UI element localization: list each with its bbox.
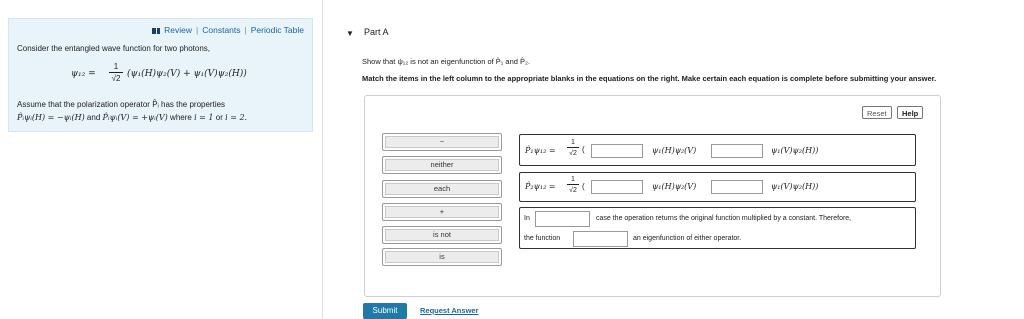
property-i2: i = 2. bbox=[225, 113, 248, 122]
resource-links: Review | Constants | Periodic Table bbox=[152, 25, 304, 35]
wavefunction-rhs: (ψ₁(H)ψ₂(V) + ψ₁(V)ψ₂(H)) bbox=[127, 69, 247, 79]
eq2-fraction: 1 √2 bbox=[567, 175, 579, 196]
eq1-lhs: P̂₁ψ₁₂ = bbox=[525, 146, 556, 155]
eq2-open-paren: ( bbox=[582, 182, 585, 191]
eq2-fraction-numerator: 1 bbox=[567, 175, 579, 185]
eq2-fraction-denominator: √2 bbox=[569, 187, 577, 194]
eq1-open-paren: ( bbox=[582, 145, 585, 154]
problem-intro: Consider the entangled wave function for… bbox=[17, 44, 211, 53]
review-link[interactable]: Review bbox=[164, 25, 192, 35]
tile-each[interactable]: each bbox=[382, 180, 502, 198]
part-instruction: Match the items in the left column to th… bbox=[362, 74, 937, 83]
eq2-blank-2[interactable] bbox=[711, 180, 763, 194]
part-prompt: Show that ψ₁₂ is not an eigenfunction of… bbox=[362, 57, 530, 66]
stmt-blank-2[interactable] bbox=[573, 231, 628, 247]
request-answer-link[interactable]: Request Answer bbox=[420, 306, 479, 315]
tile-plus[interactable]: + bbox=[382, 203, 502, 221]
eq2-term-1: ψ₁(H)ψ₂(V) bbox=[652, 182, 697, 191]
wavefunction-lhs: ψ₁₂ = bbox=[71, 69, 96, 79]
conclusion-statement: In case the operation returns the origin… bbox=[519, 207, 916, 249]
fraction-numerator: 1 bbox=[109, 62, 123, 73]
equation-p2: P̂₂ψ₁₂ = 1 √2 ( ψ₁(H)ψ₂(V) ψ₁(V)ψ₂(H)) bbox=[519, 172, 916, 202]
reset-button[interactable]: Reset bbox=[862, 106, 892, 119]
eq1-blank-2[interactable] bbox=[711, 144, 763, 158]
equation-p1: P̂₁ψ₁₂ = 1 √2 ( ψ₁(H)ψ₂(V) ψ₁(V)ψ₂(H)) bbox=[519, 134, 916, 166]
tile-is[interactable]: is bbox=[382, 248, 502, 266]
stmt-the-function: the function bbox=[524, 235, 561, 242]
eq1-term-2: ψ₁(V)ψ₂(H)) bbox=[771, 146, 819, 155]
stmt-rest: case the operation returns the original … bbox=[596, 215, 852, 222]
property-or: or bbox=[215, 113, 223, 122]
part-title[interactable]: Part A bbox=[364, 27, 389, 37]
eq1-fraction: 1 √2 bbox=[567, 138, 579, 159]
operator-properties: P̂ᵢψᵢ(H) = −ψᵢ(H) and P̂ᵢψᵢ(V) = +ψᵢ(V) … bbox=[17, 113, 247, 122]
stmt-blank-1[interactable] bbox=[535, 211, 590, 227]
link-separator: | bbox=[244, 25, 247, 35]
assumption-text: Assume that the polarization operator P̂… bbox=[17, 100, 226, 109]
property-i1: i = 1 bbox=[194, 113, 214, 122]
eq1-fraction-denominator: √2 bbox=[569, 150, 577, 157]
property-1: P̂ᵢψᵢ(H) = −ψᵢ(H) bbox=[17, 113, 85, 122]
eq2-blank-1[interactable] bbox=[591, 180, 643, 194]
tile-minus[interactable]: − bbox=[382, 133, 502, 151]
help-button[interactable]: Help bbox=[897, 106, 924, 119]
eq1-term-1: ψ₁(H)ψ₂(V) bbox=[652, 146, 697, 155]
periodic-table-link[interactable]: Periodic Table bbox=[251, 25, 304, 35]
eq2-lhs: P̂₂ψ₁₂ = bbox=[525, 182, 556, 191]
submit-button[interactable]: Submit bbox=[363, 303, 407, 319]
wavefunction-fraction: 1 √2 bbox=[109, 62, 123, 84]
book-icon bbox=[152, 27, 161, 34]
property-where: where bbox=[170, 113, 192, 122]
property-and: and bbox=[86, 113, 101, 122]
constants-link[interactable]: Constants bbox=[202, 25, 240, 35]
fraction-denominator: √2 bbox=[111, 74, 121, 83]
eq1-blank-1[interactable] bbox=[591, 144, 643, 158]
tile-is-not[interactable]: is not bbox=[382, 226, 502, 244]
collapse-caret-icon[interactable]: ▼ bbox=[346, 29, 354, 38]
tile-neither[interactable]: neither bbox=[382, 156, 502, 174]
column-divider bbox=[322, 0, 323, 319]
stmt-end: an eigenfunction of either operator. bbox=[633, 235, 742, 242]
problem-panel: Review | Constants | Periodic Table Consider… bbox=[8, 18, 313, 132]
eq2-term-2: ψ₁(V)ψ₂(H)) bbox=[771, 182, 819, 191]
stmt-in: In bbox=[524, 215, 530, 222]
eq1-fraction-numerator: 1 bbox=[567, 138, 579, 148]
property-2: P̂ᵢψᵢ(V) = +ψᵢ(V) bbox=[102, 113, 168, 122]
link-separator: | bbox=[196, 25, 199, 35]
drag-drop-area: Reset Help − neither each + is not is P̂… bbox=[364, 95, 941, 297]
